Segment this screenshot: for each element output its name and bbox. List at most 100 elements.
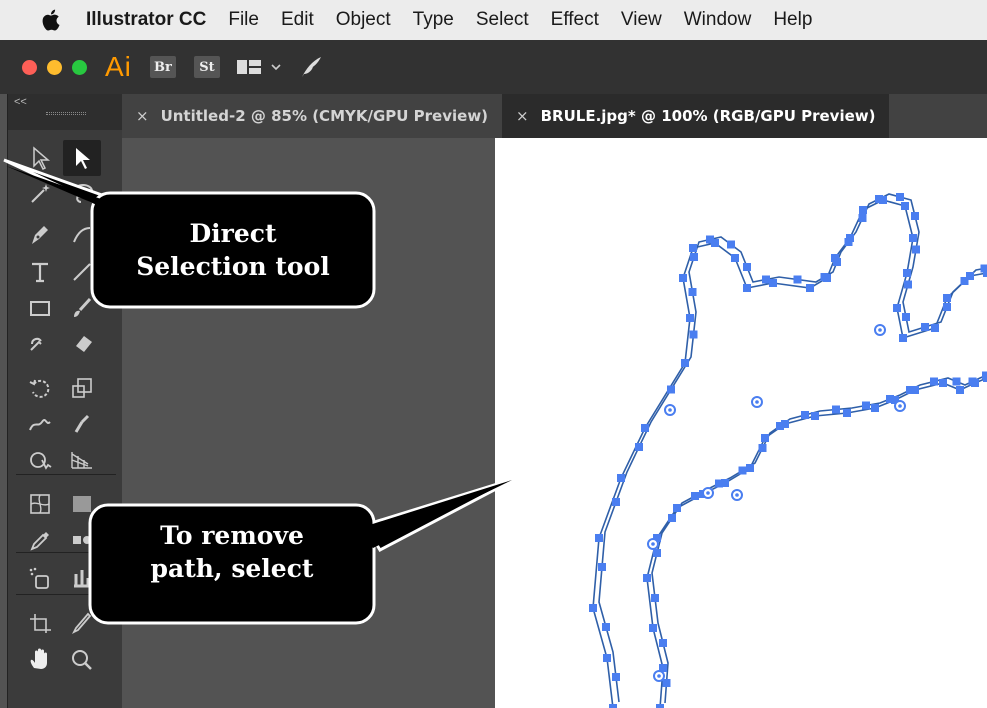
drag-handle[interactable] xyxy=(46,112,86,115)
anchor-point[interactable] xyxy=(899,334,907,342)
close-tab-icon[interactable]: × xyxy=(136,107,149,125)
anchor-point[interactable] xyxy=(879,196,887,204)
anchor-point[interactable] xyxy=(896,193,904,201)
menu-edit[interactable]: Edit xyxy=(281,9,314,31)
anchor-point[interactable] xyxy=(727,240,735,249)
close-window-button[interactable] xyxy=(22,59,37,75)
menu-help[interactable]: Help xyxy=(773,9,812,31)
anchor-point[interactable] xyxy=(966,272,974,280)
rectangle-tool-icon[interactable] xyxy=(21,290,59,326)
anchor-point[interactable] xyxy=(781,420,789,428)
shaper-tool-icon[interactable] xyxy=(21,326,59,362)
anchor-point[interactable] xyxy=(793,275,802,284)
direct-selection-tool-icon[interactable] xyxy=(63,140,101,176)
perspective-grid-tool-icon[interactable] xyxy=(63,442,101,478)
vector-path[interactable] xyxy=(598,193,987,703)
anchor-point[interactable] xyxy=(612,673,620,681)
anchor-point[interactable] xyxy=(903,269,911,277)
anchor-point[interactable] xyxy=(823,274,831,282)
anchor-point[interactable] xyxy=(902,313,910,321)
anchor-point[interactable] xyxy=(912,245,920,254)
anchor-point[interactable] xyxy=(956,386,964,394)
anchor-point[interactable] xyxy=(909,234,917,242)
anchor-point[interactable] xyxy=(911,386,919,394)
anchor-point[interactable] xyxy=(921,323,929,331)
anchor-point[interactable] xyxy=(761,434,769,442)
anchor-point[interactable] xyxy=(641,424,649,432)
anchor-point[interactable] xyxy=(662,679,671,687)
anchor-point[interactable] xyxy=(769,279,777,287)
anchor-point[interactable] xyxy=(691,492,699,500)
anchor-point[interactable] xyxy=(971,379,979,387)
anchor-point[interactable] xyxy=(609,704,617,708)
menu-window[interactable]: Window xyxy=(684,9,752,31)
anchor-point[interactable] xyxy=(871,404,879,412)
anchor-point[interactable] xyxy=(904,280,912,289)
paintbrush-tool-icon[interactable] xyxy=(63,290,101,326)
panel-grip[interactable]: << xyxy=(8,94,123,130)
anchor-point[interactable] xyxy=(617,474,625,482)
anchor-point[interactable] xyxy=(668,514,676,522)
anchor-point[interactable] xyxy=(952,377,961,386)
hand-tool-icon[interactable] xyxy=(21,642,59,678)
shape-builder-tool-icon[interactable] xyxy=(21,442,59,478)
anchor-point[interactable] xyxy=(679,274,687,282)
anchor-point[interactable] xyxy=(930,377,938,386)
anchor-point[interactable] xyxy=(659,639,667,647)
anchor-point[interactable] xyxy=(738,466,747,475)
anchor-point[interactable] xyxy=(656,704,664,708)
anchor-point[interactable] xyxy=(943,303,951,311)
anchor-point[interactable] xyxy=(649,624,657,632)
bridge-button[interactable]: Br xyxy=(149,56,176,78)
anchor-point[interactable] xyxy=(806,284,814,292)
anchor-point[interactable] xyxy=(690,253,698,261)
anchor-point[interactable] xyxy=(667,385,675,394)
eraser-tool-icon[interactable] xyxy=(63,326,101,362)
tab-brule-jpg[interactable]: × BRULE.jpg* @ 100% (RGB/GPU Preview) xyxy=(502,94,890,138)
anchor-point[interactable] xyxy=(983,269,987,277)
menu-view[interactable]: View xyxy=(621,9,662,31)
rotate-tool-icon[interactable] xyxy=(21,370,59,406)
tab-untitled-2[interactable]: × Untitled-2 @ 85% (CMYK/GPU Preview) xyxy=(122,94,502,138)
menu-effect[interactable]: Effect xyxy=(551,9,599,31)
anchor-point[interactable] xyxy=(811,412,819,420)
gradient-tool-icon[interactable] xyxy=(63,486,101,522)
anchor-point[interactable] xyxy=(711,239,719,247)
anchor-point[interactable] xyxy=(689,330,698,339)
scale-tool-icon[interactable] xyxy=(63,370,101,406)
anchor-point[interactable] xyxy=(862,401,870,410)
close-tab-icon[interactable]: × xyxy=(516,107,529,125)
anchor-point[interactable] xyxy=(731,254,739,262)
type-tool-icon[interactable] xyxy=(21,254,59,290)
anchor-point[interactable] xyxy=(603,654,611,662)
feather-icon[interactable] xyxy=(298,55,324,79)
anchor-point[interactable] xyxy=(595,534,603,542)
anchor-point[interactable] xyxy=(846,234,854,242)
anchor-point[interactable] xyxy=(983,374,987,382)
anchor-point[interactable] xyxy=(689,244,697,252)
anchor-point[interactable] xyxy=(943,294,951,302)
anchor-point[interactable] xyxy=(801,411,809,419)
lasso-tool-icon[interactable] xyxy=(63,176,101,212)
anchor-point[interactable] xyxy=(653,549,661,557)
anchor-point[interactable] xyxy=(673,504,681,512)
menu-type[interactable]: Type xyxy=(413,9,454,31)
anchor-point[interactable] xyxy=(681,359,689,367)
traced-paths[interactable] xyxy=(495,138,987,708)
anchor-point[interactable] xyxy=(762,275,770,284)
zoom-tool-icon[interactable] xyxy=(63,642,101,678)
anchor-point[interactable] xyxy=(831,254,839,262)
anchor-point[interactable] xyxy=(602,623,610,631)
anchor-point[interactable] xyxy=(643,574,651,582)
symbol-sprayer-tool-icon[interactable] xyxy=(21,560,59,596)
artboard-tool-icon[interactable] xyxy=(21,606,59,642)
anchor-point[interactable] xyxy=(911,212,919,220)
anchor-point[interactable] xyxy=(931,324,939,332)
slice-tool-icon[interactable] xyxy=(63,606,101,642)
anchor-point[interactable] xyxy=(843,409,851,417)
width-tool-icon[interactable] xyxy=(21,406,59,442)
pen-tool-icon[interactable] xyxy=(21,218,59,254)
minimize-window-button[interactable] xyxy=(47,59,62,75)
anchor-point[interactable] xyxy=(635,443,643,451)
mesh-tool-icon[interactable] xyxy=(21,486,59,522)
